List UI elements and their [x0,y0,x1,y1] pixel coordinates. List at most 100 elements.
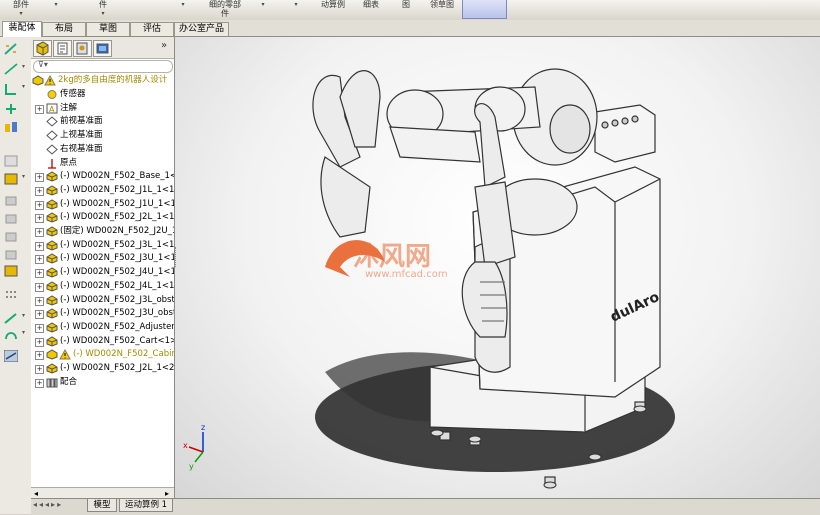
tab-navigation-arrows[interactable]: ◂◂◂▸▸ [33,500,63,509]
feature-tree-tab[interactable] [33,40,52,57]
ribbon-item-sketch[interactable]: 领草图 [425,0,459,20]
sketch-fillet-icon[interactable] [4,312,18,324]
expand-icon[interactable]: + [35,201,44,210]
tree-item[interactable]: + (-) WD002N_F502_J3L_obstac [31,294,174,307]
line-dropdown-icon[interactable]: ▾ [22,63,25,70]
tab-layout[interactable]: 布局 [42,22,86,36]
graphics-area[interactable]: dulAro 沐风网 www.mfcad.com z x y [175,37,820,498]
expand-icon[interactable]: + [35,242,44,251]
expand-icon[interactable]: + [35,105,44,114]
smart-dimension-icon[interactable] [4,43,18,55]
tree-item[interactable]: + (-) WD002N_F502_J3U_1<1> [31,252,174,265]
tab-assembly[interactable]: 装配体 [2,21,42,37]
offset-icon[interactable] [4,195,18,207]
expand-icon[interactable]: + [35,351,44,360]
point-icon[interactable] [4,103,18,115]
scroll-right-icon[interactable]: ▸ [165,489,169,498]
display-manager-tab[interactable] [93,40,112,57]
tree-item[interactable]: + (-) WD002N_F502_J3L_1<1> [31,239,174,252]
move-icon[interactable] [4,249,18,261]
mirror-icon[interactable] [4,213,18,225]
tree-item[interactable]: + (-) WD002N_F502_J1L_1<1> [31,184,174,197]
tree-item[interactable]: + (-) WD002N_F502_Adjuster_p [31,321,174,334]
fillet-dropdown-icon[interactable]: ▾ [22,312,25,319]
tab-model[interactable]: 模型 [87,499,117,512]
tree-item[interactable]: + A 注解 [31,102,174,115]
ribbon-item-bom[interactable]: 细表 [359,0,383,20]
convert-dropdown-icon[interactable]: ▾ [22,173,25,180]
line-icon[interactable] [4,63,18,75]
expand-icon[interactable]: + [35,297,44,306]
expand-icon[interactable]: + [35,173,44,182]
expand-icon[interactable]: + [35,379,44,388]
tree-item[interactable]: + (-) WD002N_F502_J4U_1<1> [31,266,174,279]
tree-root-assembly[interactable]: 2kg的多自由度的机器人设计 [31,74,174,87]
expand-icon[interactable]: + [35,338,44,347]
expand-icon[interactable]: + [35,365,44,374]
tree-item[interactable]: + (-) WD002N_F502_Cart<1> ( [31,335,174,348]
expand-icon[interactable]: + [35,228,44,237]
relations-icon[interactable] [4,121,18,133]
convert-icon[interactable] [4,173,18,185]
block-icon[interactable] [4,265,18,277]
expand-icon[interactable]: + [35,324,44,333]
expand-panel-icon[interactable]: » [161,40,167,51]
property-manager-tab[interactable] [53,40,72,57]
ribbon-item-component[interactable]: 部件 ▾ [8,0,34,20]
tree-filter-input[interactable]: ⊽▾ [33,60,173,73]
trim-icon[interactable] [4,155,18,167]
ribbon-item-4[interactable]: ▾ [172,0,194,20]
tree-item[interactable]: + (-) WD002N_F502_J3U_obstac [31,307,174,320]
tree-item[interactable]: + (-) WD002N_F502_Base_1<1> [31,170,174,183]
expand-icon[interactable]: + [35,269,44,278]
tree-item[interactable]: 右视基准面 [31,143,174,156]
tree-item-label: (-) WD002N_F502_J1U_1<1> [60,199,174,209]
tree-item[interactable]: + 配合 [31,376,174,389]
part-icon [46,322,58,333]
tree-item[interactable]: + (-) WD002N_F502_J4L_1<1> [31,280,174,293]
tree-item[interactable]: + (固定) WD002N_F502_J2U_1< [31,225,174,238]
panel-splitter[interactable] [175,247,181,267]
ribbon-item-6[interactable]: ▾ [252,0,274,20]
ribbon-active-button[interactable] [462,0,507,19]
tree-item[interactable]: 前视基准面 [31,115,174,128]
tab-sketch[interactable]: 草图 [86,22,130,36]
tab-office-products[interactable]: 办公室产品 [174,22,229,36]
pattern-icon[interactable] [4,231,18,243]
tree-item[interactable]: + (-) WD002N_F502_J1U_1<1> [31,198,174,211]
expand-icon[interactable]: + [35,310,44,319]
expand-icon[interactable]: + [35,283,44,292]
tree-item[interactable]: + (-) WD002N_F502_J2L_1<2> [31,362,174,375]
curve-dropdown-icon[interactable]: ▾ [22,329,25,336]
panel-tabs: » [31,37,174,59]
configuration-manager-tab[interactable] [73,40,92,57]
tab-motion-study[interactable]: 运动算例 1 [119,499,173,512]
grid-icon[interactable] [4,289,18,301]
curve-icon[interactable] [4,329,18,341]
tree-item[interactable]: + (-) WD002N_F502_J2L_1<1> [31,211,174,224]
tree-item[interactable]: 上视基准面 [31,129,174,142]
scroll-left-icon[interactable]: ◂ [34,489,38,498]
ribbon-item-drawing[interactable]: 图 [399,0,413,20]
tree-item[interactable]: 原点 [31,157,174,170]
part-icon [46,308,58,319]
instant-sketch-icon[interactable] [4,350,18,362]
properties-icon [57,42,68,55]
expand-icon[interactable]: + [35,214,44,223]
expand-icon[interactable]: + [35,255,44,264]
tree-item[interactable]: 传感器 [31,88,174,101]
robot-model-canvas: dulAro 沐风网 www.mfcad.com z x y [183,68,675,489]
ribbon-item-2[interactable]: ▾ [45,0,67,20]
tree-item-label: (-) WD002N_F502_J3L_1<1> [60,240,174,250]
axis-y-line [194,451,204,463]
spline-icon[interactable] [4,83,18,95]
ribbon-item-detailed-parts[interactable]: 细的零部件 [208,0,242,20]
tab-evaluate[interactable]: 评估 [130,22,174,36]
ribbon-item-7[interactable]: ▾ [285,0,307,20]
ribbon-item-3[interactable]: 件 ▾ [92,0,114,20]
axis-x-label: x [183,441,188,450]
expand-icon[interactable]: + [35,187,44,196]
ribbon-item-motion-study[interactable]: 动算例 [316,0,350,20]
spline-dropdown-icon[interactable]: ▾ [22,83,25,90]
tree-item[interactable]: + (-) WD002N_F502_Cabinet [31,348,174,361]
